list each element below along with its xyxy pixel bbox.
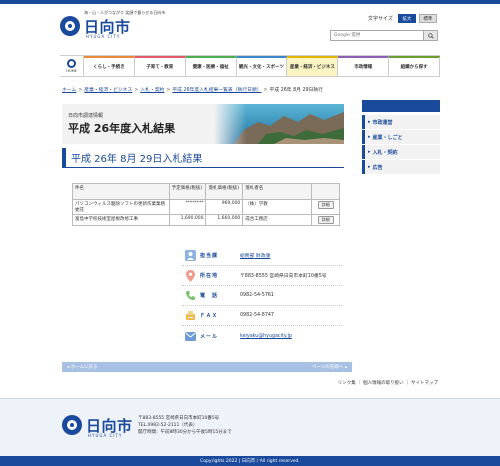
phone-value: 0982-54-5761 <box>240 293 274 298</box>
breadcrumb-home[interactable]: ホーム <box>62 88 76 93</box>
detail-button[interactable]: 詳細 <box>317 216 334 224</box>
font-size-label: 文字サイズ <box>368 16 393 22</box>
global-nav: HOME くらし・手続き 子育て・教育 健康・医療・福祉 観光・文化・スポーツ … <box>60 55 441 77</box>
cell-winner: 成合工務店 <box>242 214 313 226</box>
search-input[interactable] <box>331 31 423 40</box>
email-link[interactable]: keiyaku@hyugacity.jp <box>240 334 292 339</box>
site-search <box>330 30 438 41</box>
cell-winner: （株）学教 <box>242 199 313 215</box>
footer-links[interactable]: リンク集 ｜ 個人情報の取り扱い ｜ サイトマップ <box>338 380 438 386</box>
page-nav-bar: ◂ ホームに戻る ページの先頭へ ▴ <box>62 362 352 372</box>
nav-item-city-info[interactable]: 市政情報 <box>338 56 390 76</box>
breadcrumb-result-list[interactable]: 平成 26年度入札結果一覧表（執行日順） <box>172 88 261 93</box>
table-row: 富島中学校技術室屋根改修工事 1,690,000 1,660,000 成合工務店… <box>72 214 340 226</box>
contact-label: 所在地 <box>200 273 219 279</box>
nav-item-tourism[interactable]: 観光・文化・スポーツ <box>236 56 288 76</box>
phone-icon <box>184 290 196 302</box>
contact-row-fax: ＦＡＸ 0982-54-8747 <box>182 306 342 326</box>
banner-title: 平成 26年度入札結果 <box>68 122 176 135</box>
contact-row-phone: 電 話 0982-54-5761 <box>182 286 342 306</box>
col-header-winning-price: 落札価格(税抜) <box>205 183 244 200</box>
contact-label: ＦＡＸ <box>200 313 219 319</box>
sidebar-item-bidding[interactable]: 入札・契約 <box>362 145 440 159</box>
contact-row-address: 所在地 〒883-8555 宮崎県日向市本町10番5号 <box>182 266 342 286</box>
page-top-link[interactable]: ページの先頭へ ▴ <box>312 364 347 370</box>
site-footer: 日向市 HYUGA CITY 〒883-8555 宮崎県日向市本町10番5号 T… <box>0 398 500 456</box>
person-icon <box>184 250 196 262</box>
table-header-row: 件名 予定価格(税抜) 落札価格(税抜) 落札者名 <box>72 183 340 200</box>
bid-results-table: 件名 予定価格(税抜) 落札価格(税抜) 落札者名 パソコンウィルス駆除ソフトの… <box>72 183 340 226</box>
col-header-winner: 落札者名 <box>242 183 313 200</box>
city-emblem-icon <box>62 415 82 435</box>
search-button[interactable] <box>423 31 437 40</box>
contact-label: 電 話 <box>200 293 219 299</box>
category-banner: 日向市調達情報 平成 26年度入札結果 <box>62 104 344 144</box>
coastline-photo <box>214 104 344 144</box>
cell-planned-price: ******** <box>168 199 207 215</box>
cell-winning-price: 1,660,000 <box>205 214 244 226</box>
cell-action: 詳細 <box>311 214 340 226</box>
font-standard-button[interactable]: 標準 <box>418 14 437 23</box>
nav-item-life[interactable]: くらし・手続き <box>84 56 135 76</box>
footer-logo-subtext: HYUGA CITY <box>88 433 123 438</box>
address-value: 〒883-8555 宮崎県日向市本町10番5号 <box>240 274 327 279</box>
city-emblem-icon <box>60 16 80 36</box>
home-icon <box>67 59 76 68</box>
footer-tel: TEL.0982-52-2111（代表） <box>138 423 198 428</box>
nav-home[interactable]: HOME <box>60 56 84 76</box>
page-title: 平成 26年 8月 29日入札結果 <box>62 148 344 168</box>
contact-label: 担当課 <box>200 253 219 259</box>
footer-hours: 開庁時間：午前8時30分から午後5時15分まで <box>138 430 232 435</box>
breadcrumb-industry[interactable]: 産業・経済・ビジネス <box>84 88 132 93</box>
breadcrumb-separator: > <box>78 88 83 93</box>
location-pin-icon <box>184 269 196 282</box>
fax-icon <box>184 310 196 322</box>
breadcrumb-separator: > <box>134 88 139 93</box>
contact-row-email: メール keiyaku@hyugacity.jp <box>182 326 342 346</box>
cell-planned-price: 1,690,000 <box>168 214 207 226</box>
breadcrumb: ホーム > 産業・経済・ビジネス > 入札・契約 > 平成 26年度入札結果一覧表（執行日順… <box>62 86 323 93</box>
nav-item-childcare[interactable]: 子育て・教育 <box>134 56 186 76</box>
mail-icon <box>184 330 196 342</box>
fax-value: 0982-54-8747 <box>240 313 274 318</box>
site-header: 海・山・人がつながり 笑顔で暮らせる日向市 日向市 HYUGA CITY 文字サ… <box>0 4 500 48</box>
cell-name: 富島中学校技術室屋根改修工事 <box>72 214 170 226</box>
contact-label: メール <box>200 333 219 340</box>
cell-name: パソコンウィルス駆除ソフトの更新作業業務委託 <box>72 199 170 215</box>
contact-row-department: 担当課 総務部 財政課 <box>182 246 342 266</box>
department-link[interactable]: 総務部 財政課 <box>240 254 270 259</box>
font-size-switcher: 文字サイズ 拡大 標準 <box>368 14 437 23</box>
contact-info: 担当課 総務部 財政課 所在地 〒883-8555 宮崎県日向市本町10番5号 … <box>182 246 342 346</box>
banner-subtitle: 日向市調達情報 <box>68 113 104 119</box>
breadcrumb-bidding[interactable]: 入札・契約 <box>140 88 164 93</box>
nav-item-industry[interactable]: 産業・経済・ビジネス <box>287 56 339 76</box>
sidebar: 市政運営 産業・しごと 入札・契約 広告 <box>362 100 440 175</box>
breadcrumb-separator: > <box>263 88 268 93</box>
col-header-name: 件名 <box>72 183 170 200</box>
copyright-bar: Copyrights 2022 | 日向市 / All right reserv… <box>0 456 500 466</box>
logo-subtext: HYUGA CITY <box>86 34 121 39</box>
nav-item-health[interactable]: 健康・医療・福祉 <box>185 56 237 76</box>
table-row: パソコンウィルス駆除ソフトの更新作業業務委託 ******** 969,000 … <box>72 199 340 215</box>
font-large-button[interactable]: 拡大 <box>397 14 416 23</box>
nav-home-label: HOME <box>66 69 77 73</box>
back-to-home-link[interactable]: ◂ ホームに戻る <box>67 364 98 370</box>
sidebar-header <box>362 100 440 112</box>
breadcrumb-separator: > <box>166 88 171 93</box>
sidebar-item-ads[interactable]: 広告 <box>362 160 440 174</box>
detail-button[interactable]: 詳細 <box>317 201 334 209</box>
footer-address-block: 〒883-8555 宮崎県日向市本町10番5号 TEL.0982-52-2111… <box>138 415 232 436</box>
search-icon <box>427 32 434 39</box>
col-header-action <box>311 183 340 200</box>
back-to-home-label: ホームに戻る <box>70 365 98 370</box>
cell-action: 詳細 <box>311 199 340 215</box>
sidebar-item-industry-jobs[interactable]: 産業・しごと <box>362 130 440 144</box>
breadcrumb-current: 平成 26年 8月 29日執行 <box>269 88 323 93</box>
page-top-label: ページの先頭へ <box>311 365 344 370</box>
nav-item-organization[interactable]: 組織から探す <box>389 56 441 76</box>
col-header-planned-price: 予定価格(税抜) <box>168 183 207 200</box>
cell-winning-price: 969,000 <box>205 199 244 215</box>
footer-address: 〒883-8555 宮崎県日向市本町10番5号 <box>138 416 220 421</box>
sidebar-item-city-management[interactable]: 市政運営 <box>362 115 440 129</box>
